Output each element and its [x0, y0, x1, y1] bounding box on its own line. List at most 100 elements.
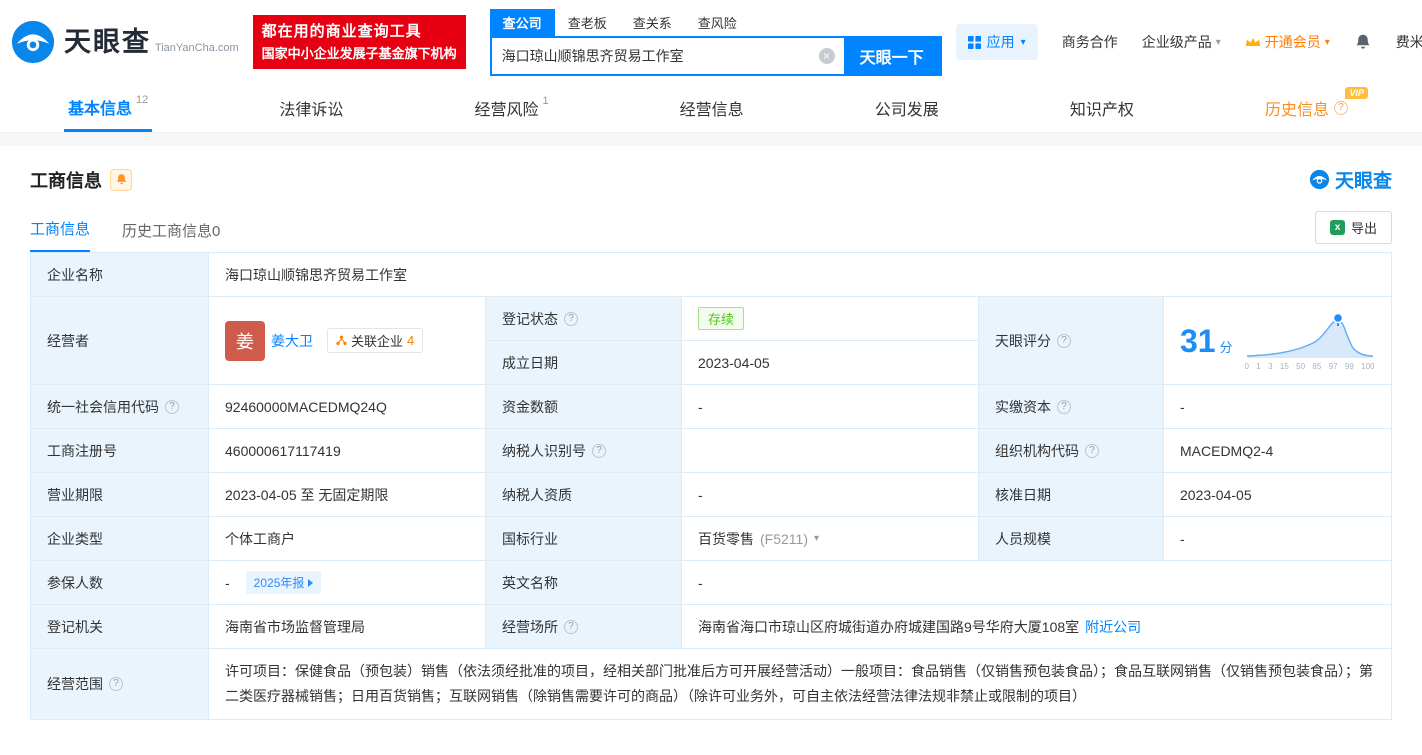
help-icon[interactable]: ?	[1057, 399, 1071, 414]
top-header: 天眼查 TianYanCha.com 都在用的商业查询工具 国家中小企业发展子基…	[0, 0, 1422, 84]
operator-label: 经营者	[31, 297, 209, 385]
tab-company-development[interactable]: 公司发展	[871, 84, 943, 132]
tab-label: 法律诉讼	[279, 102, 344, 119]
arrow-right-icon	[308, 578, 314, 587]
operator-value: 姜 姜大卫 关联企业 4	[209, 297, 486, 385]
score-number: 31	[1180, 322, 1216, 359]
industry-label: 国标行业	[486, 517, 682, 561]
operator-name-link[interactable]: 姜大卫	[271, 331, 313, 351]
related-companies-label: 关联企业	[351, 334, 404, 349]
help-icon[interactable]: ?	[1057, 333, 1071, 348]
biz-cooperation-link[interactable]: 商务合作	[1062, 32, 1118, 52]
status-badge: 存续	[698, 307, 745, 330]
notifications-bell-icon[interactable]	[1354, 33, 1372, 51]
insured-count-label: 参保人数	[31, 561, 209, 605]
clear-search-icon[interactable]: ×	[818, 47, 835, 64]
capital-value: -	[682, 385, 979, 429]
tab-label: 经营风险	[474, 102, 539, 119]
search-input[interactable]	[491, 37, 819, 74]
tab-operating-info[interactable]: 经营信息	[676, 84, 748, 132]
help-icon[interactable]: ?	[1085, 443, 1099, 458]
tianyancha-logo[interactable]: 天眼查 TianYanCha.com	[10, 19, 239, 65]
chevron-down-icon[interactable]: ▾	[814, 533, 819, 544]
search-tab-risk[interactable]: 查风险	[685, 9, 750, 36]
operator-avatar[interactable]: 姜	[225, 320, 265, 361]
score-unit: 分	[1219, 339, 1233, 355]
taxpayer-id-label: 纳税人识别号 ?	[486, 429, 682, 473]
brand-slogan: 都在用的商业查询工具 国家中小企业发展子基金旗下机构	[252, 15, 466, 69]
tab-label: 知识产权	[1069, 102, 1134, 119]
tab-label: 公司发展	[874, 102, 939, 119]
insured-number: -	[225, 574, 230, 591]
tab-legal-litigation[interactable]: 法律诉讼	[275, 84, 347, 132]
approval-date-value: 2023-04-05	[1164, 473, 1392, 517]
apps-label: 应用	[986, 34, 1015, 50]
subtab-history-business-info[interactable]: 历史工商信息0	[122, 220, 220, 252]
registration-status-label: 登记状态 ?	[486, 297, 682, 341]
search-tab-relation[interactable]: 查关系	[620, 9, 685, 36]
industry-value[interactable]: 百货零售 (F5211) ▾	[682, 517, 979, 561]
subtab-business-info[interactable]: 工商信息	[30, 218, 91, 252]
annual-report-badge[interactable]: 2025年报	[245, 571, 322, 594]
tab-operating-risk[interactable]: 经营风险 1	[470, 84, 552, 132]
tab-basic-info[interactable]: 基本信息 12	[64, 84, 153, 132]
taxpayer-quality-value: -	[682, 473, 979, 517]
apps-grid-icon	[967, 35, 981, 49]
registration-number-label: 工商注册号	[31, 429, 209, 473]
org-code-value: MACEDMQ2-4	[1164, 429, 1392, 473]
chevron-down-icon: ▾	[1020, 36, 1026, 48]
label-text: 经营场所	[502, 618, 558, 635]
staff-size-label: 人员规模	[979, 517, 1164, 561]
taxpayer-quality-label: 纳税人资质	[486, 473, 682, 517]
capital-label: 资金数额	[486, 385, 682, 429]
established-date-value: 2023-04-05	[682, 341, 979, 385]
tab-count-badge: 12	[136, 93, 149, 106]
registration-number-value: 460000617117419	[209, 429, 486, 473]
company-name-value: 海口琼山顺锦思齐贸易工作室	[209, 253, 1392, 297]
company-type-label: 企业类型	[31, 517, 209, 561]
business-scope-value: 许可项目：保健食品（预包装）销售（依法须经批准的项目，经相关部门批准后方可开展经…	[209, 649, 1392, 721]
search-tabs: 查公司 查老板 查关系 查风险	[489, 8, 942, 36]
help-icon[interactable]: ?	[564, 311, 578, 326]
help-icon[interactable]: ?	[564, 619, 578, 634]
section-divider	[0, 133, 1422, 146]
score-axis-labels: 0 1 3 15 50 85 97 99 100	[1244, 361, 1375, 371]
nearby-companies-link[interactable]: 附近公司	[1085, 617, 1141, 637]
help-icon[interactable]: ?	[109, 677, 123, 692]
search-button[interactable]: 天眼一下	[843, 37, 940, 74]
label-text: 统一社会信用代码	[47, 398, 159, 415]
insured-count-value: - 2025年报	[209, 561, 486, 605]
label-text: 经营范围	[47, 676, 103, 693]
established-date-label: 成立日期	[486, 341, 682, 385]
label-text: 天眼评分	[995, 332, 1051, 349]
help-icon[interactable]: ?	[592, 443, 606, 458]
user-account-menu[interactable]: 费米 ▾	[1396, 32, 1422, 52]
apps-menu[interactable]: 应用 ▾	[955, 24, 1038, 60]
search-tab-boss[interactable]: 查老板	[555, 9, 620, 36]
help-icon[interactable]: ?	[1333, 101, 1348, 115]
help-icon[interactable]: ?	[165, 399, 179, 414]
taxpayer-id-value	[682, 429, 979, 473]
export-label: 导出	[1350, 221, 1377, 236]
related-companies-pill[interactable]: 关联企业 4	[327, 328, 424, 353]
open-vip-link[interactable]: 开通会员 ▾	[1245, 32, 1330, 52]
vip-tag-badge: VIP	[1345, 87, 1368, 99]
brand-name: 天眼查	[64, 26, 151, 57]
tab-history-info[interactable]: VIP 历史信息 ?	[1261, 84, 1368, 132]
label-text: 实缴资本	[995, 398, 1051, 415]
business-address-label: 经营场所 ?	[486, 605, 682, 649]
related-companies-count: 4	[407, 333, 415, 348]
crown-icon	[1245, 36, 1261, 48]
tab-label: 历史信息	[1264, 102, 1329, 119]
slogan-line2: 国家中小企业发展子基金旗下机构	[261, 45, 457, 61]
search-tab-company[interactable]: 查公司	[489, 8, 555, 36]
export-button[interactable]: x 导出	[1314, 211, 1392, 244]
business-address-value: 海南省海口市琼山区府城街道办府城建国路9号华府大厦108室 附近公司	[682, 605, 1392, 649]
staff-size-value: -	[1164, 517, 1392, 561]
tab-intellectual-property[interactable]: 知识产权	[1066, 84, 1138, 132]
business-scope-label: 经营范围 ?	[31, 649, 209, 721]
enterprise-products-menu[interactable]: 企业级产品 ▾	[1142, 32, 1221, 52]
monitor-bell-icon[interactable]	[110, 168, 132, 191]
english-name-value: -	[682, 561, 1392, 605]
slogan-line1: 都在用的商业查询工具	[261, 23, 422, 41]
